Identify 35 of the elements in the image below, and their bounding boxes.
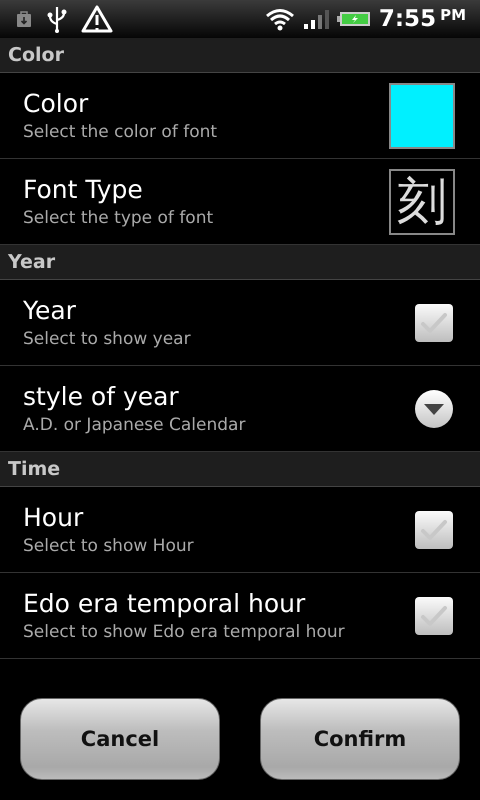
battery-icon xyxy=(336,9,371,29)
section-header: Year xyxy=(0,245,480,280)
checkbox[interactable] xyxy=(414,510,454,550)
dropdown-icon[interactable] xyxy=(414,388,454,428)
item-title: Color xyxy=(23,89,90,118)
signal-icon xyxy=(302,8,329,30)
warning-icon xyxy=(80,4,114,34)
item-summary: Select the color of font xyxy=(23,122,218,142)
item-summary: Select to show Hour xyxy=(23,536,194,556)
clock-ampm: PM xyxy=(440,6,466,26)
checkbox[interactable] xyxy=(414,302,454,342)
clock-time: 7:55 xyxy=(378,6,436,32)
item-summary: A.D. or Japanese Calendar xyxy=(23,415,246,435)
checkbox[interactable] xyxy=(414,596,454,636)
download-bag-icon xyxy=(14,9,34,29)
item-summary: Select to show year xyxy=(23,329,191,349)
section-header: Time xyxy=(0,452,480,487)
usb-icon xyxy=(46,5,68,33)
wifi-icon xyxy=(264,7,295,31)
color-swatch[interactable] xyxy=(389,82,455,148)
preference-item[interactable]: Hour Select to show Hour xyxy=(0,487,480,573)
preference-item[interactable]: Edo era temporal hour Select to show Edo era temporal hour xyxy=(0,573,480,659)
section-header: Color xyxy=(0,38,480,73)
item-summary: Select the type of font xyxy=(23,208,214,228)
item-summary: Select to show Edo era temporal hour xyxy=(23,622,345,642)
dialog-button[interactable]: Cancel xyxy=(20,698,220,780)
item-title: Hour xyxy=(23,503,84,532)
item-title: Font Type xyxy=(23,175,144,204)
dialog-button[interactable]: Confirm xyxy=(260,698,460,780)
item-title: style of year xyxy=(23,382,180,411)
preference-item[interactable]: Year Select to show year xyxy=(0,280,480,366)
item-title: Year xyxy=(23,296,77,325)
item-title: Edo era temporal hour xyxy=(23,589,306,618)
preference-item[interactable]: Color Select the color of font xyxy=(0,73,480,159)
font-preview[interactable]: 刻 xyxy=(389,168,455,234)
